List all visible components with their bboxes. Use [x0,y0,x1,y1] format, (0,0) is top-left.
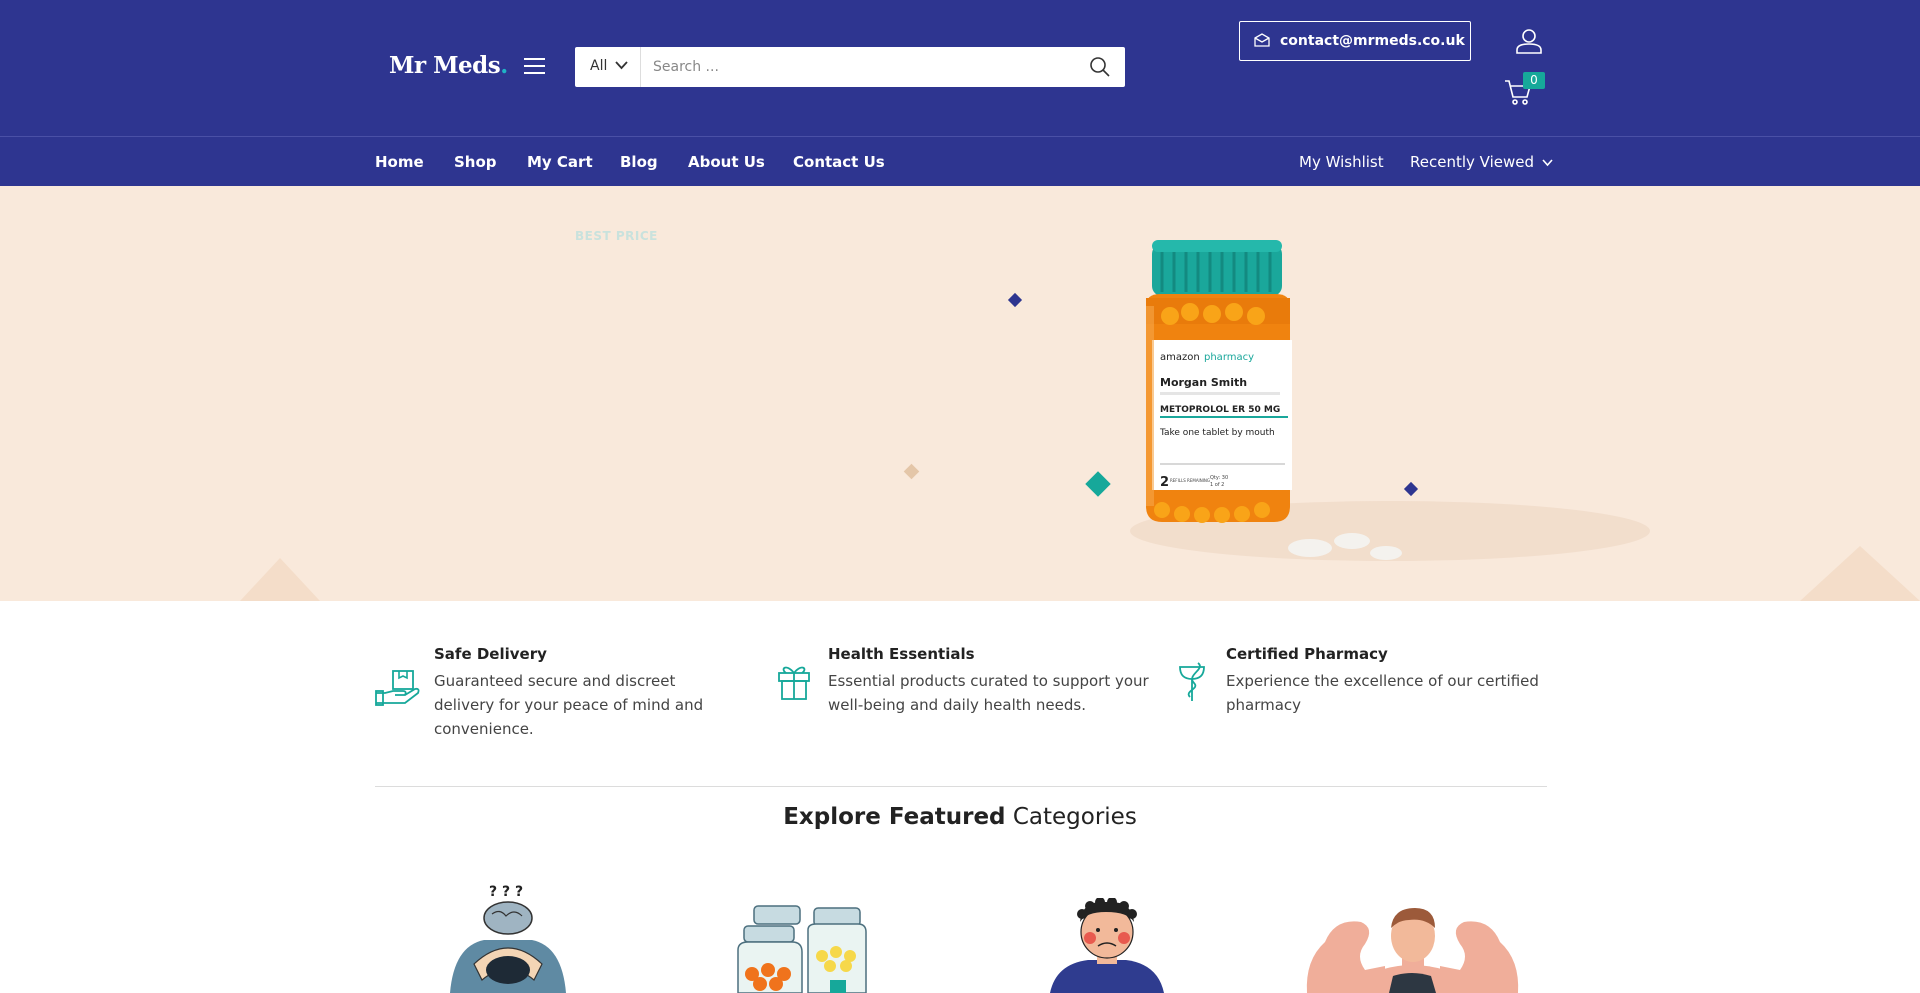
section-title-rest: Categories [1012,804,1137,830]
muscle-man-icon [1306,908,1519,993]
chevron-down-icon [615,61,628,70]
nav-shop[interactable]: Shop [454,153,497,171]
sad-man-icon [1050,897,1164,993]
hero-decorations [240,292,1920,601]
bottle-refills-text: REFILLS REMAINING [1170,478,1210,483]
bottle-qty: Qty: 30 [1210,475,1228,481]
cart-count-badge: 0 [1523,72,1545,89]
category-mens-health[interactable] [1042,897,1172,993]
search-icon[interactable] [1089,56,1111,78]
feature-title: Safe Delivery [434,645,547,663]
bottle-brand-b: pharmacy [1204,352,1254,363]
category-supplements[interactable] [734,900,869,993]
bottle-fill: 1 of 2 [1210,482,1224,488]
nav-my-wishlist[interactable]: My Wishlist [1299,153,1384,171]
nav-contact-us[interactable]: Contact Us [793,153,885,171]
bottle-instructions: Take one tablet by mouth [1159,428,1275,438]
menu-icon[interactable] [524,58,545,74]
recently-viewed-label: Recently Viewed [1410,153,1534,171]
section-divider [375,786,1547,787]
contact-email-text: contact@mrmeds.co.uk [1280,33,1465,49]
logo-text: Mr Meds [389,52,501,79]
header: Mr Meds. All contact@mrmeds.co.uk 0 [0,0,1920,136]
feature-desc: Experience the excellence of our certifi… [1226,672,1539,714]
feature-desc: Guaranteed secure and discreet delivery … [434,672,704,738]
bottle-brand-a: amazon [1160,352,1200,363]
pill-bottles-icon [737,905,867,993]
section-title: Explore Featured Categories [0,804,1920,830]
hero-banner: BEST PRICE amazon pharmacy Morgan Smith … [0,186,1920,601]
logo[interactable]: Mr Meds. [389,52,508,79]
hand-box-icon [375,670,420,706]
anxiety-brain-icon: ? ? ? [450,884,566,993]
caduceus-icon [1179,662,1205,701]
search-category-value: All [590,58,608,74]
nav-my-cart[interactable]: My Cart [527,153,593,171]
section-title-bold: Explore Featured [783,804,1006,830]
main-nav: Home Shop My Cart Blog About Us Contact … [0,136,1920,186]
feature-title: Certified Pharmacy [1226,645,1388,663]
bottle-refills: 2 [1160,475,1169,490]
nav-recently-viewed[interactable]: Recently Viewed [1410,153,1553,171]
category-fitness[interactable] [1305,900,1520,993]
logo-dot: . [500,52,508,79]
nav-about-us[interactable]: About Us [688,153,765,171]
search-category-select[interactable]: All [575,47,641,87]
search-input[interactable] [653,55,1073,79]
category-anxiety[interactable]: ? ? ? [444,880,574,993]
feature-desc: Essential products curated to support yo… [828,672,1149,714]
gift-icon [778,666,810,700]
bottle-drug: METOPROLOL ER 50 MG [1160,405,1280,415]
chevron-down-icon [1542,159,1553,167]
search-bar: All [575,47,1125,87]
envelope-icon [1254,33,1270,47]
contact-email-button[interactable]: contact@mrmeds.co.uk [1239,21,1471,61]
feature-title: Health Essentials [828,645,975,663]
bottle-patient: Morgan Smith [1160,376,1247,389]
nav-home[interactable]: Home [375,153,424,171]
svg-text:? ? ?: ? ? ? [489,884,523,900]
nav-blog[interactable]: Blog [620,153,658,171]
user-icon[interactable] [1516,28,1542,54]
pill-bottle-image: amazon pharmacy Morgan Smith METOPROLOL … [1130,236,1305,540]
